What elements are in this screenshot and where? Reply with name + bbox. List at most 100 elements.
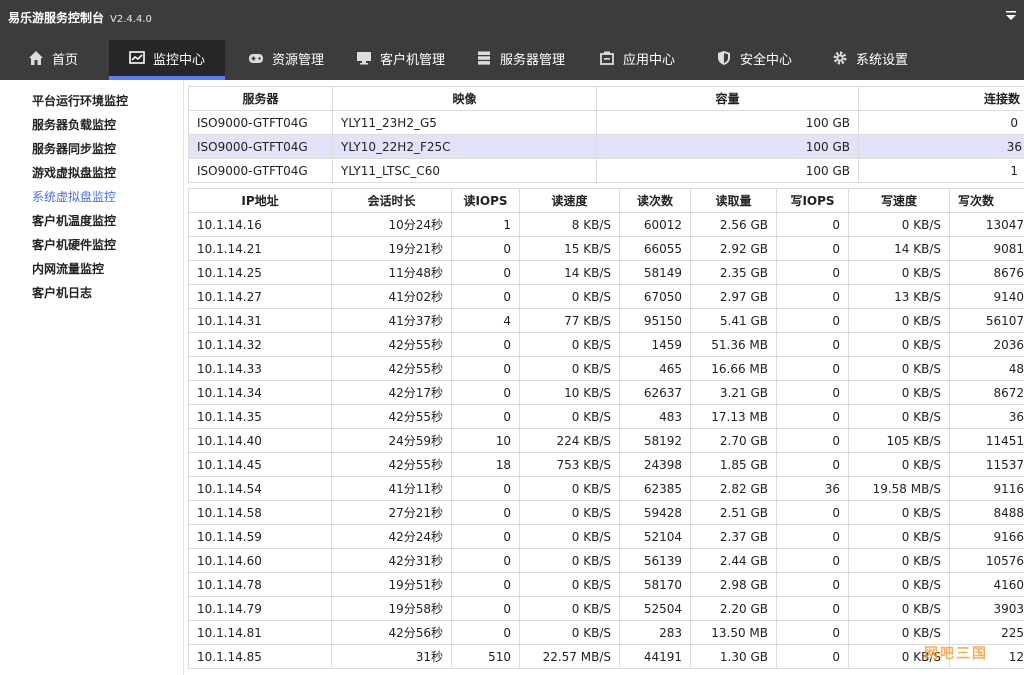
column-header-write-speed[interactable]: 写速度 xyxy=(848,188,950,213)
sidebar-item-game-vdisk[interactable]: 游戏虚拟盘监控 xyxy=(32,164,116,181)
tab-resource-management-label: 资源管理 xyxy=(272,52,325,68)
duration-cell: 42分31秒 xyxy=(331,548,452,573)
column-header-session-duration[interactable]: 会话时长 xyxy=(331,188,452,213)
session-table: IP地址 会话时长 读IOPS 读速度 读次数 读取量 写IOPS 写速度 写次… xyxy=(188,188,1024,669)
tab-monitor-center[interactable]: 监控中心 xyxy=(109,40,225,80)
image-cell: YLY10_22H2_F25C xyxy=(332,134,597,159)
tab-app-center[interactable]: 应用中心 xyxy=(589,40,685,76)
sidebar-item-server-sync[interactable]: 服务器同步监控 xyxy=(32,140,116,157)
sidebar-item-lan-traffic[interactable]: 内网流量监控 xyxy=(32,260,104,277)
tab-resource-management[interactable]: 资源管理 xyxy=(238,40,334,76)
read-volume-cell: 2.37 GB xyxy=(690,524,777,549)
read-volume-cell: 2.35 GB xyxy=(690,260,777,285)
write-iops-cell: 0 xyxy=(776,596,849,621)
read-iops-cell: 0 xyxy=(451,500,520,525)
read-iops-cell: 0 xyxy=(451,236,520,261)
write-speed-cell: 0 KB/S xyxy=(848,260,950,285)
table-row[interactable]: 10.1.14.54 41分11秒 0 0 KB/S 62385 2.82 GB 36 19.… xyxy=(188,476,1024,501)
sidebar-item-server-load[interactable]: 服务器负载监控 xyxy=(32,116,116,133)
column-header-connections[interactable]: 连接数 xyxy=(858,86,1024,111)
column-header-read-volume[interactable]: 读取量 xyxy=(690,188,777,213)
column-header-server[interactable]: 服务器 xyxy=(188,86,333,111)
table-row[interactable]: ISO9000-GTFT04G YLY11_23H2_G5 100 GB 0 xyxy=(188,110,1024,135)
write-iops-cell: 0 xyxy=(776,380,849,405)
write-speed-cell: 0 KB/S xyxy=(848,308,950,333)
read-count-cell: 95150 xyxy=(619,308,691,333)
table-row[interactable]: 10.1.14.33 42分55秒 0 0 KB/S 465 16.66 MB 0 0 KB/… xyxy=(188,356,1024,381)
read-speed-cell: 0 KB/S xyxy=(519,500,620,525)
tab-security-center[interactable]: 安全中心 xyxy=(706,40,802,76)
table-row[interactable]: 10.1.14.60 42分31秒 0 0 KB/S 56139 2.44 GB 0 0 KB… xyxy=(188,548,1024,573)
tab-client-management[interactable]: 客户机管理 xyxy=(346,40,455,76)
table-row-selected[interactable]: ISO9000-GTFT04G YLY10_22H2_F25C 100 GB 3… xyxy=(188,134,1024,159)
table-row[interactable]: 10.1.14.34 42分17秒 0 10 KB/S 62637 3.21 GB 0 0 K… xyxy=(188,380,1024,405)
table-row[interactable]: ISO9000-GTFT04G YLY11_LTSC_C60 100 GB 1 xyxy=(188,158,1024,183)
table-row[interactable]: 10.1.14.78 19分51秒 0 0 KB/S 58170 2.98 GB 0 0 KB… xyxy=(188,572,1024,597)
table-row[interactable]: 10.1.14.81 42分56秒 0 0 KB/S 283 13.50 MB 0 0 KB/… xyxy=(188,620,1024,645)
table-row[interactable]: 10.1.14.58 27分21秒 0 0 KB/S 59428 2.51 GB 0 0 KB… xyxy=(188,500,1024,525)
table-row[interactable]: 10.1.14.16 10分24秒 1 8 KB/S 60012 2.56 GB 0 0 KB… xyxy=(188,212,1024,237)
tab-monitor-center-label: 监控中心 xyxy=(153,52,206,68)
sidebar-item-client-hardware[interactable]: 客户机硬件监控 xyxy=(32,236,116,253)
table-row[interactable]: 10.1.14.40 24分59秒 10 224 KB/S 58192 2.70 GB 0 1… xyxy=(188,428,1024,453)
tab-home[interactable]: 首页 xyxy=(18,40,88,76)
read-iops-cell: 0 xyxy=(451,572,520,597)
sidebar-item-system-vdisk[interactable]: 系统虚拟盘监控 xyxy=(32,188,116,205)
ip-cell: 10.1.14.85 xyxy=(188,644,332,669)
write-speed-cell: 0 KB/S xyxy=(848,404,950,429)
write-speed-cell: 0 KB/S xyxy=(848,500,950,525)
column-header-write-count[interactable]: 写次数 xyxy=(949,188,1024,213)
sidebar-item-client-log[interactable]: 客户机日志 xyxy=(32,284,92,301)
write-iops-cell: 0 xyxy=(776,284,849,309)
read-volume-cell: 2.82 GB xyxy=(690,476,777,501)
gamepad-icon xyxy=(248,50,264,66)
column-header-read-iops[interactable]: 读IOPS xyxy=(451,188,520,213)
tab-server-management[interactable]: 服务器管理 xyxy=(466,40,575,76)
column-header-write-iops[interactable]: 写IOPS xyxy=(776,188,849,213)
table-row[interactable]: 10.1.14.59 42分24秒 0 0 KB/S 52104 2.37 GB 0 0 KB… xyxy=(188,524,1024,549)
table-row[interactable]: 10.1.14.25 11分48秒 0 14 KB/S 58149 2.35 GB 0 0 K… xyxy=(188,260,1024,285)
read-volume-cell: 2.44 GB xyxy=(690,548,777,573)
read-speed-cell: 0 KB/S xyxy=(519,548,620,573)
read-iops-cell: 0 xyxy=(451,260,520,285)
table-row[interactable]: 10.1.14.45 42分55秒 18 753 KB/S 24398 1.85 GB 0 0… xyxy=(188,452,1024,477)
write-speed-cell: 19.58 MB/S xyxy=(848,476,950,501)
column-header-image[interactable]: 映像 xyxy=(332,86,597,111)
write-count-cell: 56107 xyxy=(949,308,1024,333)
table-row[interactable]: 10.1.14.31 41分37秒 4 77 KB/S 95150 5.41 GB 0 0 K… xyxy=(188,308,1024,333)
sidebar-item-platform-env[interactable]: 平台运行环境监控 xyxy=(32,92,128,109)
column-header-capacity[interactable]: 容量 xyxy=(596,86,859,111)
table-row[interactable]: 10.1.14.32 42分55秒 0 0 KB/S 1459 51.36 MB 0 0 KB… xyxy=(188,332,1024,357)
duration-cell: 11分48秒 xyxy=(331,260,452,285)
duration-cell: 42分24秒 xyxy=(331,524,452,549)
sidebar-item-client-temperature[interactable]: 客户机温度监控 xyxy=(32,212,116,229)
read-iops-cell: 510 xyxy=(451,644,520,669)
tab-app-center-label: 应用中心 xyxy=(623,52,676,68)
read-iops-cell: 18 xyxy=(451,452,520,477)
read-speed-cell: 0 KB/S xyxy=(519,572,620,597)
duration-cell: 42分55秒 xyxy=(331,452,452,477)
image-cell: YLY11_LTSC_C60 xyxy=(332,158,597,183)
read-volume-cell: 17.13 MB xyxy=(690,404,777,429)
read-speed-cell: 8 KB/S xyxy=(519,212,620,237)
table-row[interactable]: 10.1.14.79 19分58秒 0 0 KB/S 52504 2.20 GB 0 0 KB… xyxy=(188,596,1024,621)
write-speed-cell: 14 KB/S xyxy=(848,236,950,261)
read-volume-cell: 2.56 GB xyxy=(690,212,777,237)
write-iops-cell: 0 xyxy=(776,452,849,477)
column-header-ip[interactable]: IP地址 xyxy=(188,188,332,213)
column-header-read-count[interactable]: 读次数 xyxy=(619,188,691,213)
table-row[interactable]: 10.1.14.21 19分21秒 0 15 KB/S 66055 2.92 GB 0 14 … xyxy=(188,236,1024,261)
tab-system-settings[interactable]: 系统设置 xyxy=(822,40,918,76)
read-speed-cell: 753 KB/S xyxy=(519,452,620,477)
ip-cell: 10.1.14.25 xyxy=(188,260,332,285)
read-volume-cell: 51.36 MB xyxy=(690,332,777,357)
duration-cell: 19分58秒 xyxy=(331,596,452,621)
read-speed-cell: 0 KB/S xyxy=(519,332,620,357)
shield-icon xyxy=(716,50,732,66)
table-row[interactable]: 10.1.14.27 41分02秒 0 0 KB/S 67050 2.97 GB 0 13 K… xyxy=(188,284,1024,309)
table-row[interactable]: 10.1.14.35 42分55秒 0 0 KB/S 483 17.13 MB 0 0 KB/… xyxy=(188,404,1024,429)
table-row[interactable]: 10.1.14.85 31秒 510 22.57 MB/S 44191 1.30 GB 0 0… xyxy=(188,644,1024,669)
column-header-read-speed[interactable]: 读速度 xyxy=(519,188,620,213)
window-menu-dropdown-icon[interactable] xyxy=(1004,8,1018,22)
write-count-cell: 225 xyxy=(949,620,1024,645)
